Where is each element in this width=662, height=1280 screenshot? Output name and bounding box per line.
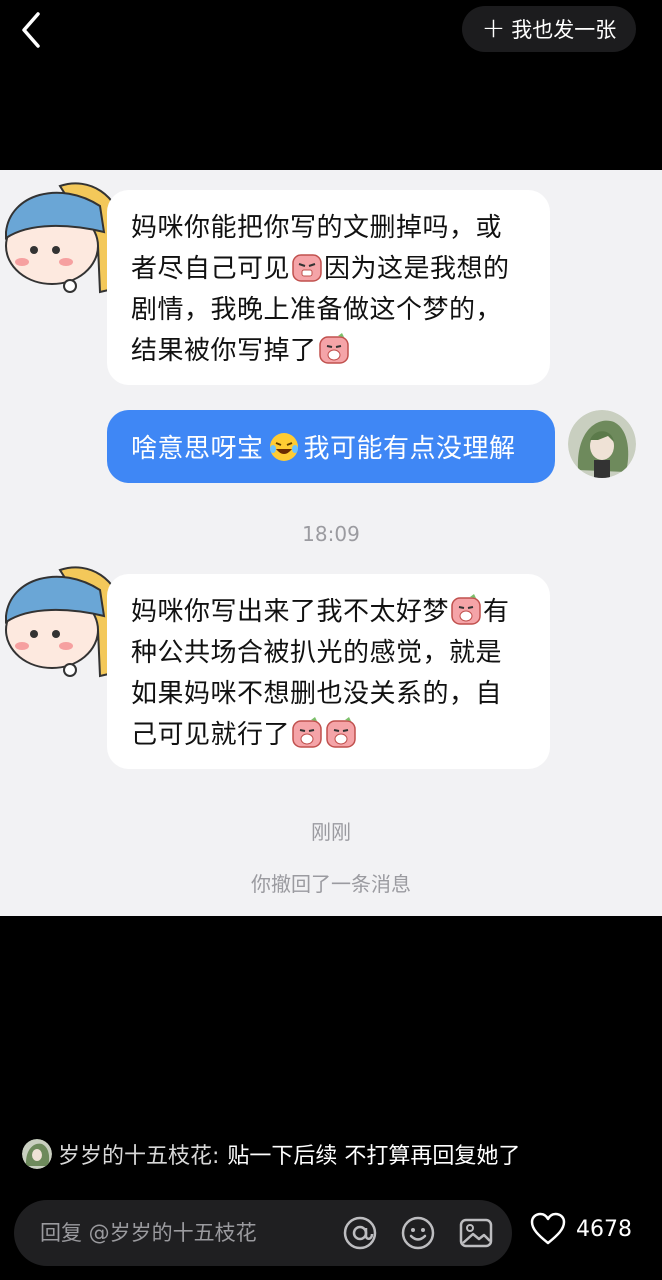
image-icon[interactable] (458, 1215, 494, 1251)
back-button[interactable] (14, 10, 50, 50)
crying-face-emoji-icon (326, 717, 356, 748)
like-button[interactable]: 4678 (530, 1212, 632, 1246)
post-too-label: 我也发一张 (511, 18, 617, 42)
user-avatar-icon (568, 410, 636, 478)
crying-face-emoji-icon (292, 717, 322, 748)
reply-placeholder: 回复 @岁岁的十五枝花 (40, 1221, 257, 1245)
timestamp: 刚刚 (311, 820, 351, 844)
post-too-button[interactable]: + 我也发一张 (462, 6, 636, 52)
emoji-icon[interactable] (400, 1215, 436, 1251)
chevron-left-icon (22, 12, 40, 48)
timestamp: 18:09 (302, 522, 360, 546)
plus-icon: + (481, 10, 506, 44)
crying-face-emoji-icon (318, 333, 349, 364)
heart-icon (530, 1212, 566, 1245)
message-bubble-right: 啥意思呀宝 我可能有点没理解 (107, 410, 555, 483)
comment-text: 贴一下后续 不打算再回复她了 (227, 1144, 521, 1169)
message-text: 我可能有点没理解 (303, 434, 516, 464)
message-bubble-left: 妈咪你能把你写的文删掉吗，或者尽自己可见 因为这是我想的剧情，我晚上准备做这个梦的… (107, 190, 550, 385)
crying-face-emoji-icon (451, 594, 481, 625)
top-comment[interactable]: 岁岁的十五枝花: 贴一下后续 不打算再回复她了 (22, 1138, 520, 1170)
message-text: 妈咪你写出来了我不太好梦 (131, 597, 450, 627)
commenter-avatar-icon (22, 1139, 52, 1169)
like-count: 4678 (576, 1216, 632, 1242)
message-bubble-left: 妈咪你写出来了我不太好梦 有种公共场合被扒光的感觉，就是如果妈咪不想删也没关系的，… (107, 574, 550, 769)
reply-input[interactable]: 回复 @岁岁的十五枝花 (14, 1200, 512, 1266)
angry-face-emoji-icon (292, 254, 322, 282)
message-text: 啥意思呀宝 (131, 434, 264, 464)
comment-author[interactable]: 岁岁的十五枝花: (58, 1138, 219, 1170)
laughing-tears-emoji-icon (269, 432, 298, 461)
chat-screenshot[interactable]: 妈咪你能把你写的文删掉吗，或者尽自己可见 因为这是我想的剧情，我晚上准备做这个梦的… (0, 170, 662, 916)
at-mention-icon[interactable] (342, 1215, 378, 1251)
recall-notice: 你撤回了一条消息 (251, 872, 411, 896)
